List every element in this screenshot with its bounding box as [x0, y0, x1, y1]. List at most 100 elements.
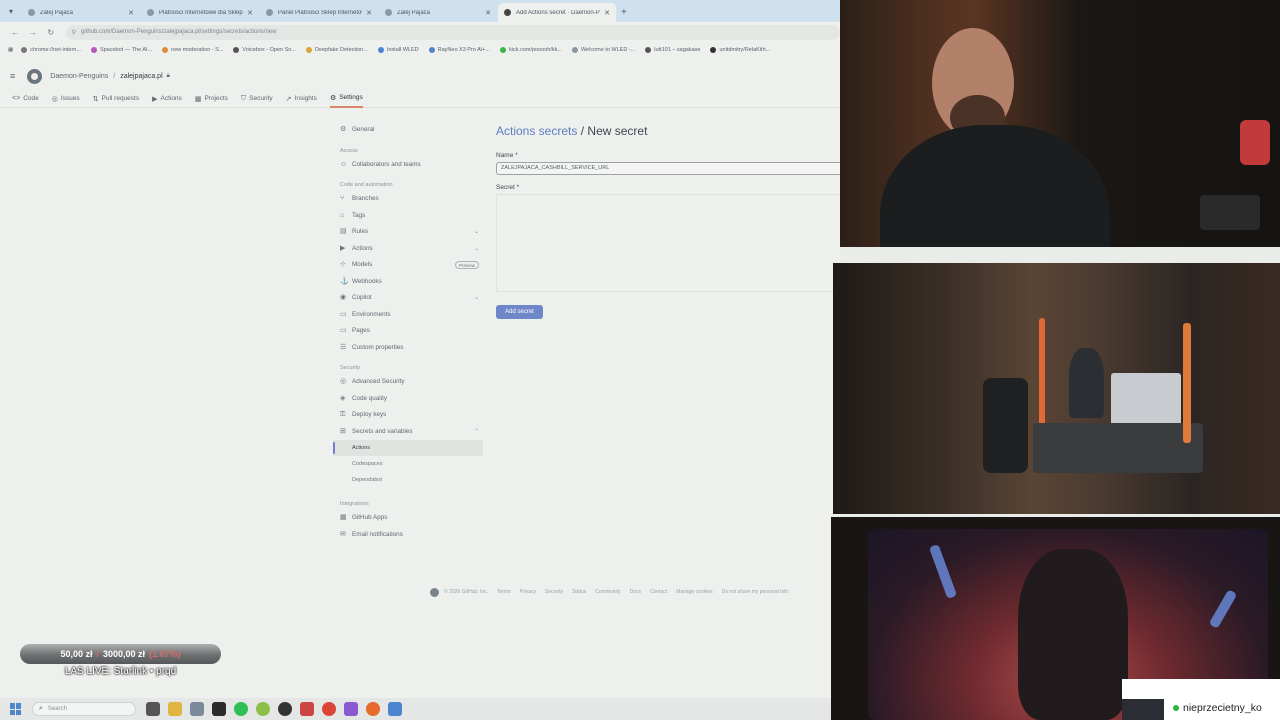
- tab-security[interactable]: ⛉ Security: [241, 90, 273, 108]
- file-explorer-icon[interactable]: [168, 702, 182, 716]
- sidebar-item-rules[interactable]: ▤ Rules ⌄: [333, 224, 483, 241]
- sidebar-item-advanced-security[interactable]: ◎ Advanced Security: [333, 374, 483, 391]
- close-icon[interactable]: ✕: [485, 9, 491, 17]
- windows-start-icon[interactable]: [10, 703, 22, 715]
- tab-insights[interactable]: ↗ Insights: [286, 90, 317, 108]
- bookmark[interactable]: Install WLED: [377, 46, 419, 53]
- firefox-icon[interactable]: [366, 702, 380, 716]
- browser-tab[interactable]: Panel Platności Sklep Internetowy ✕: [260, 3, 378, 22]
- footer-link[interactable]: Do not share my personal info: [722, 589, 789, 595]
- sidebar-subitem-actions[interactable]: Actions: [333, 440, 483, 456]
- footer-link[interactable]: Docs: [630, 589, 641, 595]
- sidebar-item-custom-properties[interactable]: ☰ Custom properties: [333, 340, 483, 357]
- sidebar-item-label: Deploy keys: [352, 411, 387, 418]
- app-icon[interactable]: [190, 702, 204, 716]
- server-icon: ▭: [340, 310, 347, 318]
- bookmark[interactable]: Welcome to WLED -...: [571, 46, 635, 53]
- github-logo-icon[interactable]: [27, 68, 43, 84]
- browser-tab[interactable]: Zalej Pajaca ✕: [22, 3, 140, 22]
- tab-actions[interactable]: ▶ Actions: [152, 90, 182, 108]
- sidebar-item-environments[interactable]: ▭ Environments: [333, 307, 483, 324]
- sidebar-item-collaborators[interactable]: ☺ Collaborators and teams: [333, 157, 483, 174]
- new-tab-button[interactable]: +: [621, 3, 627, 22]
- bookmark[interactable]: unitdmitry/RelaKith...: [710, 46, 770, 53]
- sidebar-item-code-quality[interactable]: ◈ Code quality: [333, 391, 483, 408]
- bookmark[interactable]: RayNeo X3 Pro AI+...: [428, 46, 490, 53]
- app-icon[interactable]: [278, 702, 292, 716]
- footer-link[interactable]: Community: [595, 589, 620, 595]
- lock-icon: 🔒︎: [166, 72, 170, 79]
- sidebar-subitem-dependabot[interactable]: Dependabot: [333, 472, 483, 488]
- terminal-icon[interactable]: [212, 702, 226, 716]
- bookmark-label: Deepfake Detection...: [314, 46, 368, 53]
- close-icon[interactable]: ✕: [128, 9, 134, 17]
- bookmark[interactable]: Spacebot — The AI...: [90, 46, 152, 53]
- sidebar-subitem-codespaces[interactable]: Codespaces: [333, 456, 483, 472]
- sidebar-item-webhooks[interactable]: ⚓ Webhooks: [333, 274, 483, 291]
- tab-settings[interactable]: ⚙ Settings: [329, 90, 363, 108]
- sidebar-group-heading: Security: [340, 365, 360, 371]
- site-info-icon[interactable]: ⚲: [72, 29, 76, 36]
- hamburger-menu-icon[interactable]: ≡: [10, 71, 15, 81]
- bookmark[interactable]: chrome://net-intern...: [21, 46, 81, 53]
- footer-link[interactable]: Status: [572, 589, 586, 595]
- close-icon[interactable]: ✕: [247, 9, 253, 17]
- footer-link[interactable]: Terms: [497, 589, 511, 595]
- donation-percent: (1.67%): [149, 649, 181, 659]
- browser-tab[interactable]: Platności Internetowe dla Sklep ✕: [141, 3, 259, 22]
- bookmark[interactable]: Deepfake Detection...: [305, 46, 368, 53]
- bookmark[interactable]: lutt101 – sagakase: [645, 46, 700, 53]
- apps-icon[interactable]: ▦: [8, 47, 13, 53]
- sidebar-item-email-notifications[interactable]: ✉ Email notifications: [333, 527, 483, 544]
- app-icon[interactable]: [300, 702, 314, 716]
- chrome-icon[interactable]: [322, 702, 336, 716]
- app-icon[interactable]: [388, 702, 402, 716]
- sidebar-item-branches[interactable]: ⑂ Branches: [333, 191, 483, 208]
- footer-link[interactable]: Privacy: [520, 589, 536, 595]
- add-secret-button[interactable]: Add secret: [496, 305, 543, 319]
- back-icon[interactable]: ←: [6, 28, 24, 37]
- footer-link[interactable]: Manage cookies: [676, 589, 712, 595]
- sidebar-item-deploy-keys[interactable]: ⚿ Deploy keys: [333, 407, 483, 424]
- footer-link[interactable]: Contact: [650, 589, 667, 595]
- secret-name-input[interactable]: ZALEJPAJACA_CASHBILL_SERVICE_URL: [496, 162, 840, 175]
- spotify-icon[interactable]: [234, 702, 248, 716]
- secret-value-textarea[interactable]: [496, 194, 840, 292]
- repo-name-link[interactable]: zalejpajaca.pl: [120, 73, 162, 80]
- forward-icon[interactable]: →: [24, 28, 42, 37]
- close-icon[interactable]: ✕: [604, 9, 610, 17]
- sidebar-item-general[interactable]: ⚙ General: [333, 122, 483, 139]
- sidebar-item-pages[interactable]: ▭ Pages: [333, 323, 483, 340]
- tab-projects[interactable]: ▦ Projects: [195, 90, 228, 108]
- repo-owner-link[interactable]: Daemon-Penguins: [50, 73, 108, 80]
- chat-username: nieprzecietny_ko: [1183, 702, 1262, 714]
- bookmark[interactable]: new moderation - S...: [162, 46, 223, 53]
- task-view-icon[interactable]: [146, 702, 160, 716]
- bookmark[interactable]: kick.com/pooooh/kk...: [500, 46, 562, 53]
- bookmark[interactable]: Voicebox - Open So...: [233, 46, 296, 53]
- sidebar-item-models[interactable]: ⊹ Models Preview: [333, 257, 483, 274]
- reload-icon[interactable]: ↻: [42, 28, 60, 37]
- sidebar-item-tags[interactable]: ⌂ Tags: [333, 208, 483, 225]
- tab-pull-requests[interactable]: ⇅ Pull requests: [93, 90, 139, 108]
- browser-tab[interactable]: Zalej Pajaca ✕: [379, 3, 497, 22]
- close-icon[interactable]: ✕: [366, 9, 372, 17]
- tab-label: Insights: [294, 95, 317, 102]
- sidebar-item-actions[interactable]: ▶ Actions ⌄: [333, 241, 483, 258]
- app-icon[interactable]: [344, 702, 358, 716]
- taskbar-search-input[interactable]: ⌕ Search: [32, 702, 136, 716]
- sidebar-item-secrets-variables[interactable]: ⊞ Secrets and variables ⌃: [333, 424, 483, 441]
- app-icon[interactable]: [256, 702, 270, 716]
- page-footer: © 2026 GitHub, Inc. Terms Privacy Securi…: [430, 587, 840, 597]
- tab-issues[interactable]: ◎ Issues: [52, 90, 80, 108]
- browser-tab-active[interactable]: Add Actions secret · Daemon-P ✕: [498, 3, 616, 22]
- tab-title: Panel Platności Sklep Internetowy: [278, 9, 363, 16]
- tab-code[interactable]: <> Code: [12, 90, 39, 108]
- sidebar-item-copilot[interactable]: ◉ Copilot ⌄: [333, 290, 483, 307]
- sidebar-item-github-apps[interactable]: ▦ GitHub Apps: [333, 510, 483, 527]
- gear-icon: ⚙: [340, 126, 347, 133]
- actions-secrets-link[interactable]: Actions secrets: [496, 124, 577, 138]
- footer-link[interactable]: Security: [545, 589, 563, 595]
- url-input[interactable]: ⚲ github.com/Daemon-Penguins/zalejpajaca…: [65, 24, 841, 40]
- tab-search-icon[interactable]: ▾: [0, 0, 22, 22]
